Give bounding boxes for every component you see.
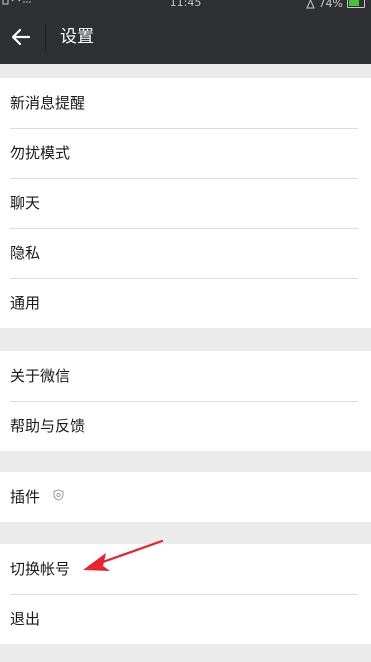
menu-item-new-message-alert[interactable]: 新消息提醒	[0, 78, 371, 128]
menu-item-chat[interactable]: 聊天	[0, 178, 371, 228]
back-button[interactable]	[0, 10, 42, 64]
menu-item-label: 插件	[10, 488, 41, 506]
settings-group-general: 新消息提醒 勿扰模式 聊天 隐私 通用	[0, 78, 371, 328]
settings-group-plugins: 插件	[0, 472, 371, 522]
menu-item-logout[interactable]: 退出	[0, 594, 371, 644]
battery-fill	[349, 0, 360, 6]
status-bar: 11:45 74%	[0, 0, 371, 10]
title-divider	[45, 24, 46, 52]
menu-item-general[interactable]: 通用	[0, 278, 371, 328]
arrow-left-icon	[11, 28, 31, 46]
menu-item-label: 新消息提醒	[10, 94, 86, 112]
menu-item-label: 通用	[10, 294, 41, 312]
titlebar: 设置	[0, 10, 371, 64]
menu-item-do-not-disturb[interactable]: 勿扰模式	[0, 128, 371, 178]
settings-group-about: 关于微信 帮助与反馈	[0, 351, 371, 451]
alarm-icon	[305, 0, 315, 8]
menu-item-label: 勿扰模式	[10, 144, 71, 162]
menu-item-label: 帮助与反馈	[10, 417, 86, 435]
menu-item-privacy[interactable]: 隐私	[0, 228, 371, 278]
menu-item-switch-account[interactable]: 切换帐号	[0, 544, 371, 594]
page-title: 设置	[60, 27, 94, 47]
menu-item-label: 切换帐号	[10, 560, 71, 578]
menu-item-label: 聊天	[10, 194, 41, 212]
status-icons-right: 74%	[305, 0, 365, 10]
battery-percent: 74%	[318, 0, 343, 10]
menu-item-about-wechat[interactable]: 关于微信	[0, 351, 371, 401]
battery-icon	[347, 0, 365, 8]
settings-group-account: 切换帐号 退出	[0, 544, 371, 644]
menu-item-label: 退出	[10, 610, 41, 628]
menu-item-label: 隐私	[10, 244, 41, 262]
shield-icon	[53, 471, 64, 521]
menu-item-plugins[interactable]: 插件	[0, 472, 371, 522]
menu-item-label: 关于微信	[10, 367, 71, 385]
menu-item-help-feedback[interactable]: 帮助与反馈	[0, 401, 371, 451]
